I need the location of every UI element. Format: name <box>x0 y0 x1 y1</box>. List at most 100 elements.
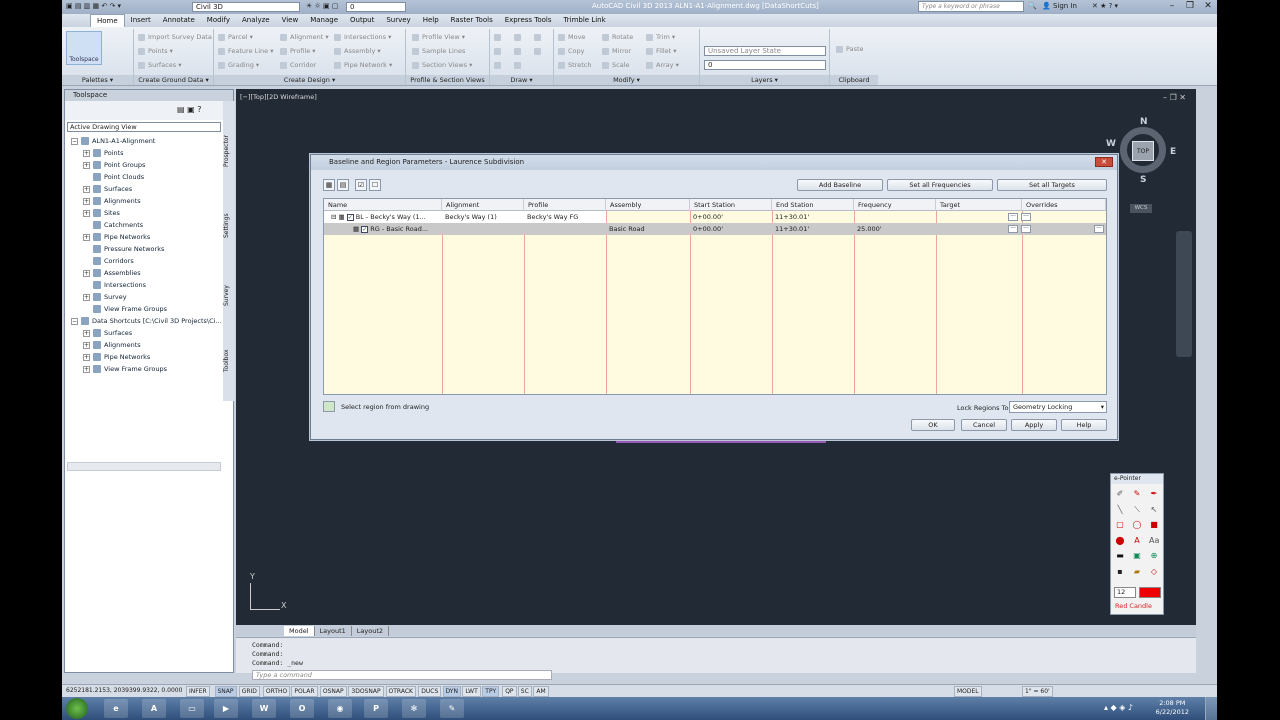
status-toggle-polar[interactable]: POLAR <box>291 686 318 697</box>
tab-raster-tools[interactable]: Raster Tools <box>445 14 499 27</box>
column-header[interactable]: Overrides <box>1022 199 1106 211</box>
panel-title[interactable]: Create Ground Data ▾ <box>134 75 213 85</box>
ellipse-icon[interactable]: ◯ <box>1132 520 1142 530</box>
search-icon[interactable]: 🔍 <box>1028 2 1037 12</box>
expander-icon[interactable]: − <box>71 137 78 145</box>
tab-home[interactable]: Home <box>90 13 125 28</box>
annotation-scale[interactable]: 1" = 60' <box>1022 686 1053 697</box>
zoom-icon[interactable]: ⊕ <box>1149 551 1159 561</box>
file-explorer-icon[interactable]: ▭ <box>180 699 204 718</box>
tab-prospector[interactable]: Prospector <box>223 121 235 181</box>
polyline-tool-icon[interactable] <box>514 33 524 41</box>
help-button[interactable]: Help <box>1061 419 1107 431</box>
tab-output[interactable]: Output <box>344 14 380 27</box>
column-header[interactable]: Assembly <box>606 199 690 211</box>
column-header[interactable]: End Station <box>772 199 854 211</box>
apply-button[interactable]: Apply <box>1011 419 1057 431</box>
profile-view-button[interactable]: Profile View ▾ <box>412 33 465 41</box>
tree-node[interactable]: + Surfaces <box>83 327 132 339</box>
workspace-combo[interactable]: Civil 3D <box>192 2 300 12</box>
section-views-button[interactable]: Section Views ▾ <box>412 61 472 69</box>
region-icon[interactable]: ▤ <box>337 179 349 191</box>
status-toggle-ortho[interactable]: ORTHO <box>262 686 291 697</box>
toolspace-tool-icons[interactable]: ▤ ▣ ? <box>177 105 201 114</box>
add-baseline-button[interactable]: Add Baseline <box>797 179 883 191</box>
tab-insert[interactable]: Insert <box>125 14 157 27</box>
grid-cell[interactable]: ⊟ ▦ ✓ BL - Becky's Way (1... <box>324 211 442 223</box>
layer-toolbar-icons[interactable]: ☀ ☼ ▣ ▢ <box>306 2 338 12</box>
quick-access-toolbar[interactable]: ▣ ▤ ▥ ▦ ↶ ↷ ▾ <box>66 2 121 12</box>
column-header[interactable]: Alignment <box>442 199 524 211</box>
status-toggle-qp[interactable]: QP <box>502 686 517 697</box>
copy-button[interactable]: Copy <box>558 47 585 55</box>
paste-button[interactable]: Paste <box>836 45 864 53</box>
status-toggle-infer[interactable]: INFER <box>186 686 210 697</box>
tab-annotate[interactable]: Annotate <box>157 14 201 27</box>
tree-node[interactable]: + Assemblies <box>83 267 141 279</box>
model-space-toggle[interactable]: MODEL <box>954 686 982 697</box>
tree-node[interactable]: View Frame Groups <box>83 303 167 315</box>
ok-button[interactable]: OK <box>911 419 955 431</box>
status-toggle-tpy[interactable]: TPY <box>482 686 500 697</box>
snowflake-app-icon[interactable]: ✻ <box>402 699 426 718</box>
mirror-button[interactable]: Mirror <box>602 47 631 55</box>
status-toggle-otrack[interactable]: OTRACK <box>385 686 416 697</box>
expander-icon[interactable]: + <box>83 161 90 169</box>
status-toggle-ducs[interactable]: DUCS <box>418 686 442 697</box>
move-button[interactable]: Move <box>558 33 585 41</box>
tree-node[interactable]: + Alignments <box>83 195 141 207</box>
select-region-icon[interactable] <box>323 401 335 412</box>
screen-capture-icon[interactable]: ▣ <box>1132 551 1142 561</box>
profile-button[interactable]: Profile ▾ <box>280 47 316 55</box>
save-icon[interactable]: ▪ <box>1115 567 1125 577</box>
tab-help[interactable]: Help <box>417 14 445 27</box>
show-desktop-button[interactable] <box>1205 697 1217 720</box>
overrides-ellipsis-button[interactable]: ··· <box>1094 225 1104 233</box>
eraser-icon[interactable]: ✐ <box>1115 489 1125 499</box>
tab-model[interactable]: Model <box>284 625 315 636</box>
hatch-tool-icon[interactable] <box>534 47 544 55</box>
expander-icon[interactable]: + <box>83 149 90 157</box>
grid-cell[interactable] <box>524 223 606 235</box>
tab-survey[interactable]: Survey <box>223 271 235 321</box>
grid-cell[interactable]: 0+00.00' <box>690 211 772 223</box>
arc-tool-icon[interactable] <box>494 47 504 55</box>
minimize-icon[interactable]: – <box>1163 0 1181 14</box>
spline-tool-icon[interactable] <box>494 61 504 69</box>
tree-node[interactable]: + Pipe Networks <box>83 351 150 363</box>
frequency-ellipsis-button[interactable]: ··· <box>1008 225 1018 233</box>
filled-ellipse-icon[interactable]: ⬤ <box>1115 536 1125 546</box>
tree-node[interactable]: Corridors <box>83 255 134 267</box>
wcs-menu[interactable]: WCS <box>1130 204 1152 213</box>
assembly-button[interactable]: Assembly ▾ <box>334 47 381 55</box>
status-toggle-am[interactable]: AM <box>533 686 549 697</box>
tree-node[interactable]: + Alignments <box>83 339 141 351</box>
grid-cell[interactable] <box>606 211 690 223</box>
rotate-button[interactable]: Rotate <box>602 33 633 41</box>
tree-node[interactable]: Catchments <box>83 219 143 231</box>
set-all-targets-button[interactable]: Set all Targets <box>997 179 1107 191</box>
text-icon[interactable]: A <box>1132 536 1142 546</box>
filled-rectangle-icon[interactable]: ■ <box>1149 520 1159 530</box>
pen-size-select[interactable]: 12 <box>1114 587 1136 598</box>
panel-title[interactable]: Clipboard <box>830 75 878 85</box>
compass-south[interactable]: S <box>1140 175 1146 185</box>
search-input[interactable]: Type a keyword or phrase <box>918 1 1024 12</box>
compass-north[interactable]: N <box>1140 117 1148 127</box>
help-tools-icons[interactable]: ✕ ★ ? ▾ <box>1092 2 1118 12</box>
expander-icon[interactable]: + <box>83 341 90 349</box>
grid-cell[interactable]: Basic Road <box>606 223 690 235</box>
viewcube-top-face[interactable]: TOP <box>1132 141 1154 161</box>
chrome-icon[interactable]: ◉ <box>328 699 352 718</box>
viewport-label[interactable]: [−][Top][2D Wireframe] <box>240 93 317 101</box>
scale-button[interactable]: Scale <box>602 61 630 69</box>
tab-layout2[interactable]: Layout2 <box>352 625 389 636</box>
layer-state-combo[interactable]: Unsaved Layer State <box>704 46 826 56</box>
sample-lines-button[interactable]: Sample Lines <box>412 47 465 55</box>
tree-node[interactable]: Pressure Networks <box>83 243 164 255</box>
open-folder-icon[interactable]: ▰ <box>1132 567 1142 577</box>
target-ellipsis-button[interactable]: ··· <box>1021 225 1031 233</box>
lock-regions-select[interactable]: Geometry Locking ▾ <box>1009 401 1107 413</box>
region-row-icons[interactable]: ▦ ✓ <box>327 225 370 233</box>
panel-title[interactable]: Palettes ▾ <box>62 75 133 85</box>
